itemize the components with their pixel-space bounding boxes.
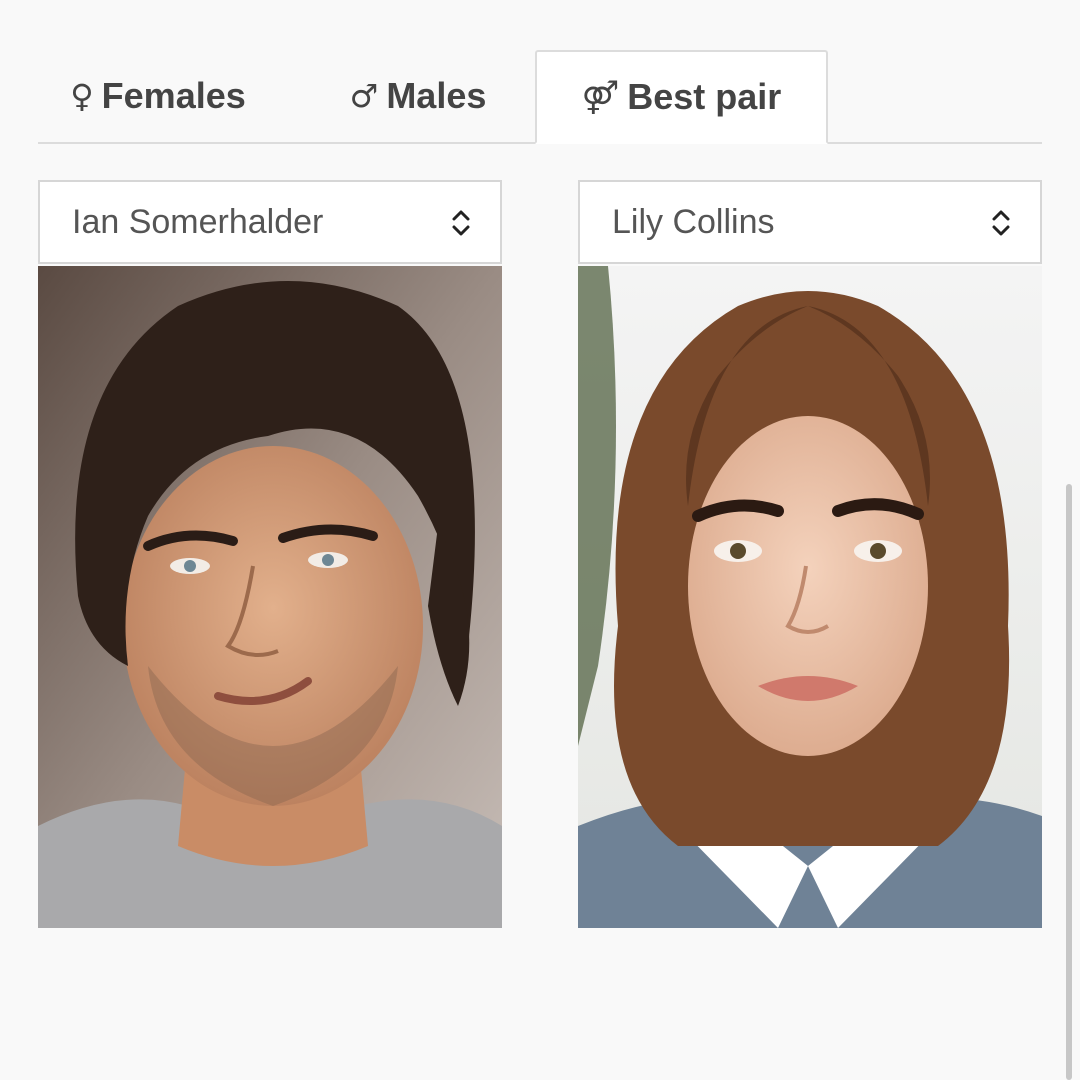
best-pair-page: ♀ Females ♂ Males ⚤ Best pair Ian Somerh… [0, 0, 1080, 1080]
gender-tabs: ♀ Females ♂ Males ⚤ Best pair [38, 50, 1042, 144]
up-down-chevron-icon [992, 210, 1010, 236]
female-male-symbol-icon: ⚤ [581, 78, 620, 116]
female-symbol-icon: ♀ [70, 77, 94, 115]
page-scrollbar[interactable] [1066, 484, 1072, 1080]
male-celebrity-photo [38, 266, 502, 928]
tab-females-label: Females [101, 75, 246, 116]
male-symbol-icon: ♂ [349, 77, 379, 115]
tab-best-pair-label: Best pair [627, 76, 782, 117]
tab-males-label: Males [386, 75, 487, 116]
female-celebrity-select-value: Lily Collins [612, 202, 775, 241]
tab-males[interactable]: ♂ Males [318, 50, 518, 142]
male-celebrity-select-value: Ian Somerhalder [72, 202, 324, 241]
male-celebrity-select[interactable]: Ian Somerhalder [38, 180, 502, 264]
male-portrait-image [38, 266, 502, 928]
female-portrait-image [578, 266, 1042, 928]
tab-best-pair[interactable]: ⚤ Best pair [535, 50, 828, 144]
female-celebrity-select[interactable]: Lily Collins [578, 180, 1042, 264]
female-celebrity-photo [578, 266, 1042, 928]
tab-females[interactable]: ♀ Females [38, 50, 278, 142]
up-down-chevron-icon [452, 210, 470, 236]
